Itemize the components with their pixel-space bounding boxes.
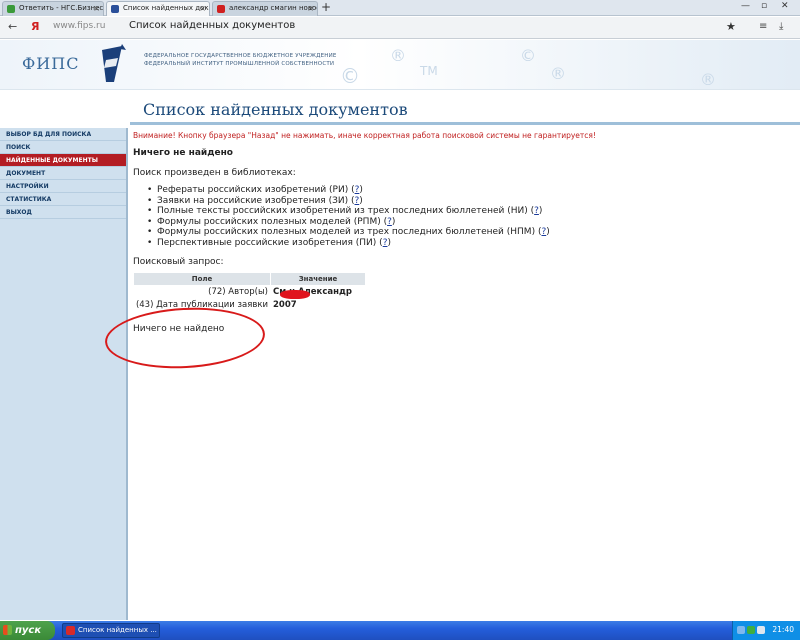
sidebar-item-settings[interactable]: НАСТРОЙКИ — [0, 180, 126, 193]
library-name: Формулы российских полезных моделей из т… — [157, 227, 536, 237]
url-page-title: Список найденных документов — [129, 20, 296, 31]
download-icon[interactable]: ⤓ — [779, 21, 783, 32]
windows-logo-icon — [3, 625, 12, 635]
sidebar-item-document[interactable]: ДОКУМЕНТ — [0, 167, 126, 180]
browser-tab-2[interactable]: Список найденных док × — [106, 1, 210, 16]
fips-logo-icon — [102, 44, 126, 82]
registered-watermark-icon: ® — [700, 70, 716, 89]
new-tab-button[interactable]: + — [321, 0, 331, 15]
redaction-mark — [280, 290, 310, 299]
table-row: (72) Автор(ы) См н Александр — [134, 286, 365, 298]
tab-title: Ответить - НГС.Бизнес с — [19, 4, 104, 12]
maximize-icon[interactable]: ▫ — [761, 1, 767, 11]
org-line-2: ФЕДЕРАЛЬНЫЙ ИНСТИТУТ ПРОМЫШЛЕННОЙ СОБСТВ… — [144, 61, 335, 67]
org-name: ФЕДЕРАЛЬНОЕ ГОСУДАРСТВЕННОЕ БЮДЖЕТНОЕ УЧ… — [144, 52, 337, 68]
libraries-intro: Поиск произведен в библиотеках: — [133, 168, 296, 178]
help-link[interactable]: ? — [387, 217, 392, 227]
library-name: Полные тексты российских изобретений из … — [157, 206, 528, 216]
clock: 21:40 — [772, 625, 794, 634]
query-field: (72) Автор(ы) — [208, 287, 268, 297]
list-item: Полные тексты российских изобретений из … — [147, 206, 793, 217]
help-link[interactable]: ? — [534, 206, 539, 216]
list-item: Формулы российских полезных моделей из т… — [147, 227, 793, 238]
table-header-row: Поле Значение — [134, 273, 365, 285]
address-bar: ← Я www.fips.ru Список найденных докумен… — [0, 17, 800, 39]
back-arrow-icon[interactable]: ← — [8, 20, 17, 33]
tab-close-icon[interactable]: × — [307, 2, 314, 15]
copyright-watermark-icon: © — [340, 64, 360, 88]
help-link[interactable]: ? — [541, 227, 546, 237]
main-content: Внимание! Кнопку браузера "Назад" не наж… — [133, 131, 793, 334]
fips-favicon-icon — [111, 5, 119, 13]
system-tray: 21:40 — [732, 621, 800, 640]
minimize-icon[interactable]: — — [741, 1, 750, 11]
tab-close-icon[interactable]: × — [93, 2, 100, 15]
yandex-icon[interactable]: Я — [31, 20, 39, 33]
back-button-warning: Внимание! Кнопку браузера "Назад" не наж… — [133, 131, 596, 140]
network-icon[interactable] — [737, 626, 745, 634]
security-icon[interactable] — [747, 626, 755, 634]
title-divider — [130, 122, 800, 125]
list-item: Формулы российских полезных моделей (РПМ… — [147, 217, 793, 228]
list-item: Перспективные российские изобретения (ПИ… — [147, 238, 793, 249]
start-label: пуск — [15, 625, 42, 636]
library-name: Заявки на российские изобретения (ЗИ) — [157, 195, 349, 206]
tab-title: александр смагин новосибирск — [229, 4, 318, 12]
libraries-list: Рефераты российских изобретений (РИ) (?)… — [147, 185, 793, 248]
help-link[interactable]: ? — [355, 185, 360, 195]
tab-title: Список найденных док — [123, 4, 209, 12]
sidebar-item-db-selection[interactable]: ВЫБОР БД ДЛЯ ПОИСКА — [0, 128, 126, 141]
start-button[interactable]: пуск — [0, 621, 55, 640]
library-name: Перспективные российские изобретения (ПИ… — [157, 237, 377, 248]
tm-watermark-icon: TM — [420, 64, 438, 78]
close-window-icon[interactable]: ✕ — [781, 1, 789, 11]
task-label: Список найденных ... — [78, 626, 157, 634]
site-banner: ФИПС ФЕДЕРАЛЬНОЕ ГОСУДАРСТВЕННОЕ БЮДЖЕТН… — [0, 40, 800, 90]
query-table: Поле Значение (72) Автор(ы) См н Алексан… — [133, 272, 366, 312]
sidebar-item-found-documents[interactable]: НАЙДЕННЫЕ ДОКУМЕНТЫ — [0, 154, 126, 167]
page-title: Список найденных документов — [143, 100, 408, 119]
yandex-browser-icon — [66, 626, 75, 635]
org-line-1: ФЕДЕРАЛЬНОЕ ГОСУДАРСТВЕННОЕ БЮДЖЕТНОЕ УЧ… — [144, 53, 337, 59]
nothing-found-heading: Ничего не найдено — [133, 148, 233, 158]
menu-lines-icon[interactable]: ≡ — [759, 21, 767, 32]
help-link[interactable]: ? — [354, 196, 359, 206]
bookmark-star-icon[interactable]: ★ — [726, 20, 736, 33]
taskbar-task-browser[interactable]: Список найденных ... — [62, 623, 160, 638]
list-item: Рефераты российских изобретений (РИ) (?) — [147, 185, 793, 196]
sidebar-item-statistics[interactable]: СТАТИСТИКА — [0, 193, 126, 206]
help-link[interactable]: ? — [383, 238, 388, 248]
registered-watermark-icon: ® — [550, 64, 566, 83]
sidebar-menu: ВЫБОР БД ДЛЯ ПОИСКА ПОИСК НАЙДЕННЫЕ ДОКУ… — [0, 128, 128, 620]
ngs-favicon-icon — [7, 5, 15, 13]
copyright-watermark-icon: © — [520, 46, 536, 65]
list-item: Заявки на российские изобретения (ЗИ) (?… — [147, 196, 793, 207]
column-header-value: Значение — [271, 273, 365, 285]
url-field[interactable]: www.fips.ru — [53, 21, 105, 31]
browser-tab-strip: Ответить - НГС.Бизнес с × Список найденн… — [0, 0, 800, 16]
yandex-favicon-icon — [217, 5, 225, 13]
sidebar-item-search[interactable]: ПОИСК — [0, 141, 126, 154]
volume-icon[interactable] — [757, 626, 765, 634]
fips-logo-text: ФИПС — [22, 54, 80, 73]
windows-taskbar: пуск Список найденных ... 21:40 — [0, 621, 800, 640]
browser-tab-3[interactable]: александр смагин новосибирск × — [212, 1, 318, 16]
tab-close-icon[interactable]: × — [199, 2, 206, 15]
query-label: Поисковый запрос: — [133, 257, 224, 267]
sidebar-item-exit[interactable]: ВЫХОД — [0, 206, 126, 219]
library-name: Рефераты российских изобретений (РИ) — [157, 185, 349, 195]
browser-tab-1[interactable]: Ответить - НГС.Бизнес с × — [2, 1, 104, 16]
registered-watermark-icon: ® — [390, 46, 406, 65]
query-value: 2007 — [273, 300, 297, 310]
column-header-field: Поле — [134, 273, 270, 285]
library-name: Формулы российских полезных моделей (РПМ… — [157, 216, 381, 227]
